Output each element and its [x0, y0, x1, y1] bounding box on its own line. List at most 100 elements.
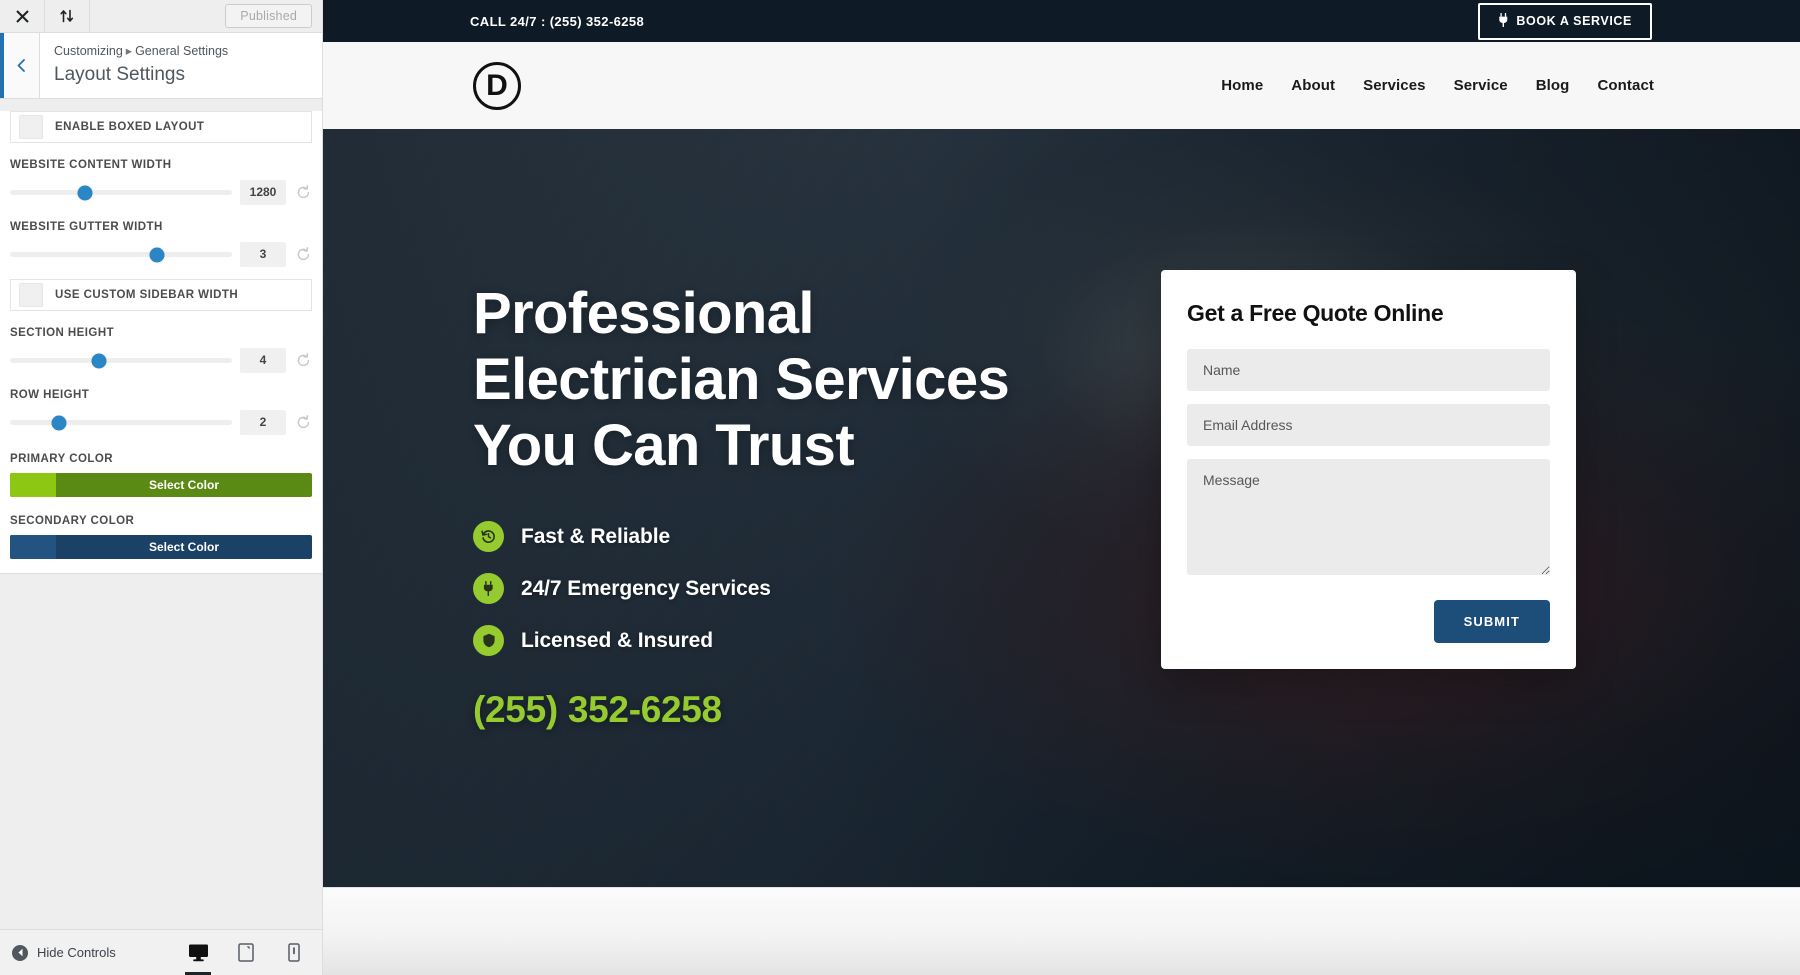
- site-logo[interactable]: D: [473, 61, 521, 110]
- book-a-service-button[interactable]: BOOK A SERVICE: [1478, 2, 1652, 40]
- range-row-website-content-width: 1280: [10, 180, 312, 205]
- color-swatch-secondary-color[interactable]: [10, 535, 56, 559]
- customizer-footer: Hide Controls: [0, 929, 322, 975]
- breadcrumb: Customizing ▸ General Settings: [54, 43, 228, 61]
- color-control-primary-color: Primary Color Select Color: [10, 453, 312, 497]
- nav-item-blog[interactable]: Blog: [1536, 77, 1570, 94]
- range-thumb-website-content-width[interactable]: [77, 185, 93, 200]
- device-desktop-button[interactable]: [182, 930, 214, 975]
- breadcrumb-parent: General Settings: [135, 44, 229, 59]
- hide-controls-button[interactable]: Hide Controls: [12, 944, 116, 961]
- range-slider-website-gutter-width[interactable]: [10, 247, 232, 262]
- breadcrumb-separator: ▸: [125, 44, 133, 59]
- site-top-bar: CALL 24/7 : (255) 352-6258 BOOK A SERVIC…: [323, 0, 1800, 42]
- close-icon[interactable]: [0, 0, 45, 32]
- nav-item-services[interactable]: Services: [1363, 77, 1426, 94]
- site-preview: CALL 24/7 : (255) 352-6258 BOOK A SERVIC…: [323, 0, 1800, 975]
- label-primary-color: Primary Color: [10, 453, 113, 465]
- label-use-custom-sidebar-width: Use Custom Sidebar Width: [55, 289, 239, 301]
- select-color-button-primary-color[interactable]: Select Color: [10, 473, 312, 497]
- select-color-button-secondary-color[interactable]: Select Color: [10, 535, 312, 559]
- nav-item-service[interactable]: Service: [1454, 77, 1508, 94]
- hero-inner: Professional Electrician Services You Can …: [323, 129, 1800, 887]
- range-row-website-gutter-width: 3: [10, 242, 312, 267]
- range-row-row-height: 2: [10, 410, 312, 435]
- range-thumb-row-height[interactable]: [51, 415, 67, 430]
- label-section-height: Section Height: [10, 327, 115, 339]
- topbar-phone-text: CALL 24/7 : (255) 352-6258: [470, 13, 645, 29]
- label-row-height: Row Height: [10, 389, 90, 401]
- checkbox-enable-boxed-layout[interactable]: [19, 115, 43, 139]
- device-tablet-button[interactable]: [230, 930, 262, 975]
- email-input[interactable]: [1187, 404, 1550, 446]
- chevron-left-icon[interactable]: [0, 33, 40, 98]
- range-value-website-content-width[interactable]: 1280: [240, 180, 286, 205]
- range-row-section-height: 4: [10, 348, 312, 373]
- reset-icon-website-content-width[interactable]: [294, 185, 312, 200]
- toggle-enable-boxed-layout[interactable]: Enable Boxed Layout: [10, 111, 312, 143]
- expand-collapse-icon[interactable]: [45, 0, 90, 32]
- hide-controls-label: Hide Controls: [37, 945, 116, 960]
- primary-nav-menu: Home About Services Service Blog Contact: [1221, 77, 1654, 94]
- device-preview-group: [182, 930, 310, 975]
- range-control-website-content-width: Website Content Width 1280: [10, 159, 312, 205]
- label-enable-boxed-layout: Enable Boxed Layout: [55, 121, 205, 133]
- hero-title-line: Professional: [473, 281, 815, 346]
- hero-feature-label: 24/7 Emergency Services: [521, 576, 771, 600]
- range-slider-section-height[interactable]: [10, 353, 232, 368]
- range-control-section-height: Section Height 4: [10, 327, 312, 373]
- range-slider-website-content-width[interactable]: [10, 185, 232, 200]
- hero-title-line: Electrician Services: [473, 347, 1010, 413]
- checkbox-use-custom-sidebar-width[interactable]: [19, 283, 43, 307]
- hero-feature-label: Fast & Reliable: [521, 524, 671, 548]
- select-color-label-secondary-color: Select Color: [148, 540, 220, 554]
- range-thumb-section-height[interactable]: [91, 353, 107, 368]
- hero-phone-number[interactable]: (255) 352-6258: [473, 689, 1093, 731]
- nav-item-home[interactable]: Home: [1221, 77, 1263, 94]
- quote-form-title: Get a Free Quote Online: [1187, 300, 1444, 326]
- range-value-row-height[interactable]: 2: [240, 410, 286, 435]
- range-value-website-gutter-width[interactable]: 3: [240, 242, 286, 267]
- name-input[interactable]: [1187, 349, 1550, 391]
- hero-feature-list: Fast & Reliable 24/7 Emergency Services Li…: [473, 521, 1093, 657]
- submit-button[interactable]: SUBMIT: [1433, 600, 1550, 643]
- layout-settings-controls: Enable Boxed Layout Website Content Width…: [0, 111, 322, 574]
- toggle-use-custom-sidebar-width[interactable]: Use Custom Sidebar Width: [10, 279, 312, 311]
- clock-rewind-icon: [473, 521, 504, 553]
- hero-feature-label: Licensed & Insured: [521, 628, 713, 652]
- plug-icon: [1498, 12, 1509, 30]
- range-thumb-website-gutter-width[interactable]: [149, 247, 165, 262]
- reset-icon-row-height[interactable]: [294, 415, 312, 430]
- reset-icon-website-gutter-width[interactable]: [294, 247, 312, 262]
- collapse-arrow-icon: [12, 944, 28, 961]
- wordpress-customizer-sidebar: Published Customizing ▸ General Settings L…: [0, 0, 323, 975]
- device-mobile-button[interactable]: [278, 930, 310, 975]
- customizer-panel-header: Customizing ▸ General Settings Layout Sett…: [0, 33, 322, 99]
- reset-icon-section-height[interactable]: [294, 353, 312, 368]
- label-website-gutter-width: Website Gutter Width: [10, 221, 163, 233]
- plug-icon: [473, 573, 504, 605]
- range-slider-row-height[interactable]: [10, 415, 232, 430]
- range-control-row-height: Row Height 2: [10, 389, 312, 435]
- hero-feature-item: Fast & Reliable: [473, 521, 1093, 553]
- customizer-topbar: Published: [0, 0, 322, 33]
- select-color-label-primary-color: Select Color: [148, 478, 220, 492]
- range-value-section-height[interactable]: 4: [240, 348, 286, 373]
- hero-title-line: You Can Trust: [473, 413, 855, 479]
- hero-section: Professional Electrician Services You Can …: [323, 129, 1800, 887]
- label-secondary-color: Secondary Color: [10, 515, 135, 527]
- color-swatch-primary-color[interactable]: [10, 473, 56, 497]
- label-website-content-width: Website Content Width: [10, 159, 172, 171]
- shield-icon: [473, 625, 504, 657]
- nav-item-contact[interactable]: Contact: [1597, 77, 1654, 94]
- site-navigation-bar: D Home About Services Service Blog Contact: [323, 42, 1800, 129]
- submit-row: SUBMIT: [1187, 600, 1550, 643]
- message-textarea[interactable]: [1187, 459, 1550, 575]
- breadcrumb-root: Customizing: [54, 44, 123, 59]
- published-button[interactable]: Published: [225, 4, 312, 28]
- hero-feature-item: Licensed & Insured: [473, 625, 1093, 657]
- customizer-preview-app: Published Customizing ▸ General Settings L…: [0, 0, 1800, 975]
- hero-feature-item: 24/7 Emergency Services: [473, 573, 1093, 605]
- nav-item-about[interactable]: About: [1291, 77, 1335, 94]
- customizer-controls-body: Enable Boxed Layout Website Content Width…: [0, 99, 322, 929]
